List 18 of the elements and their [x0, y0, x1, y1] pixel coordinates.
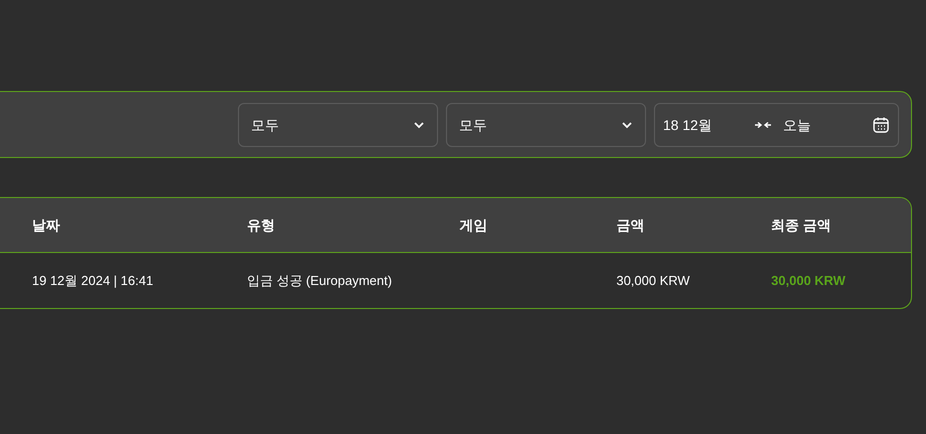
column-header: 날짜	[32, 216, 61, 235]
table-cell: 19 12월 2024 | 16:41	[32, 272, 154, 288]
filter-select[interactable]: 모두	[446, 102, 646, 146]
table-cell: 30,000 KRW	[616, 272, 690, 288]
column-header: 게임	[460, 216, 489, 235]
arrows-inward-icon	[755, 120, 771, 128]
filter-select[interactable]: 모두	[238, 102, 438, 146]
date-from: 18 12월	[663, 116, 714, 134]
date-to: 오늘	[783, 116, 811, 134]
date-range-field[interactable]: 18 12월 오늘	[654, 102, 899, 146]
chevron-down-icon	[413, 120, 425, 128]
table-cell: 입금 성공 (Europayment)	[246, 272, 392, 288]
column-header: 유형	[246, 216, 276, 235]
column-header: 최종 금액	[771, 216, 832, 235]
column-header: 금액	[616, 216, 646, 235]
chevron-down-icon	[621, 120, 633, 128]
calendar-icon	[872, 116, 890, 134]
table-cell: 30,000 KRW	[771, 272, 846, 288]
